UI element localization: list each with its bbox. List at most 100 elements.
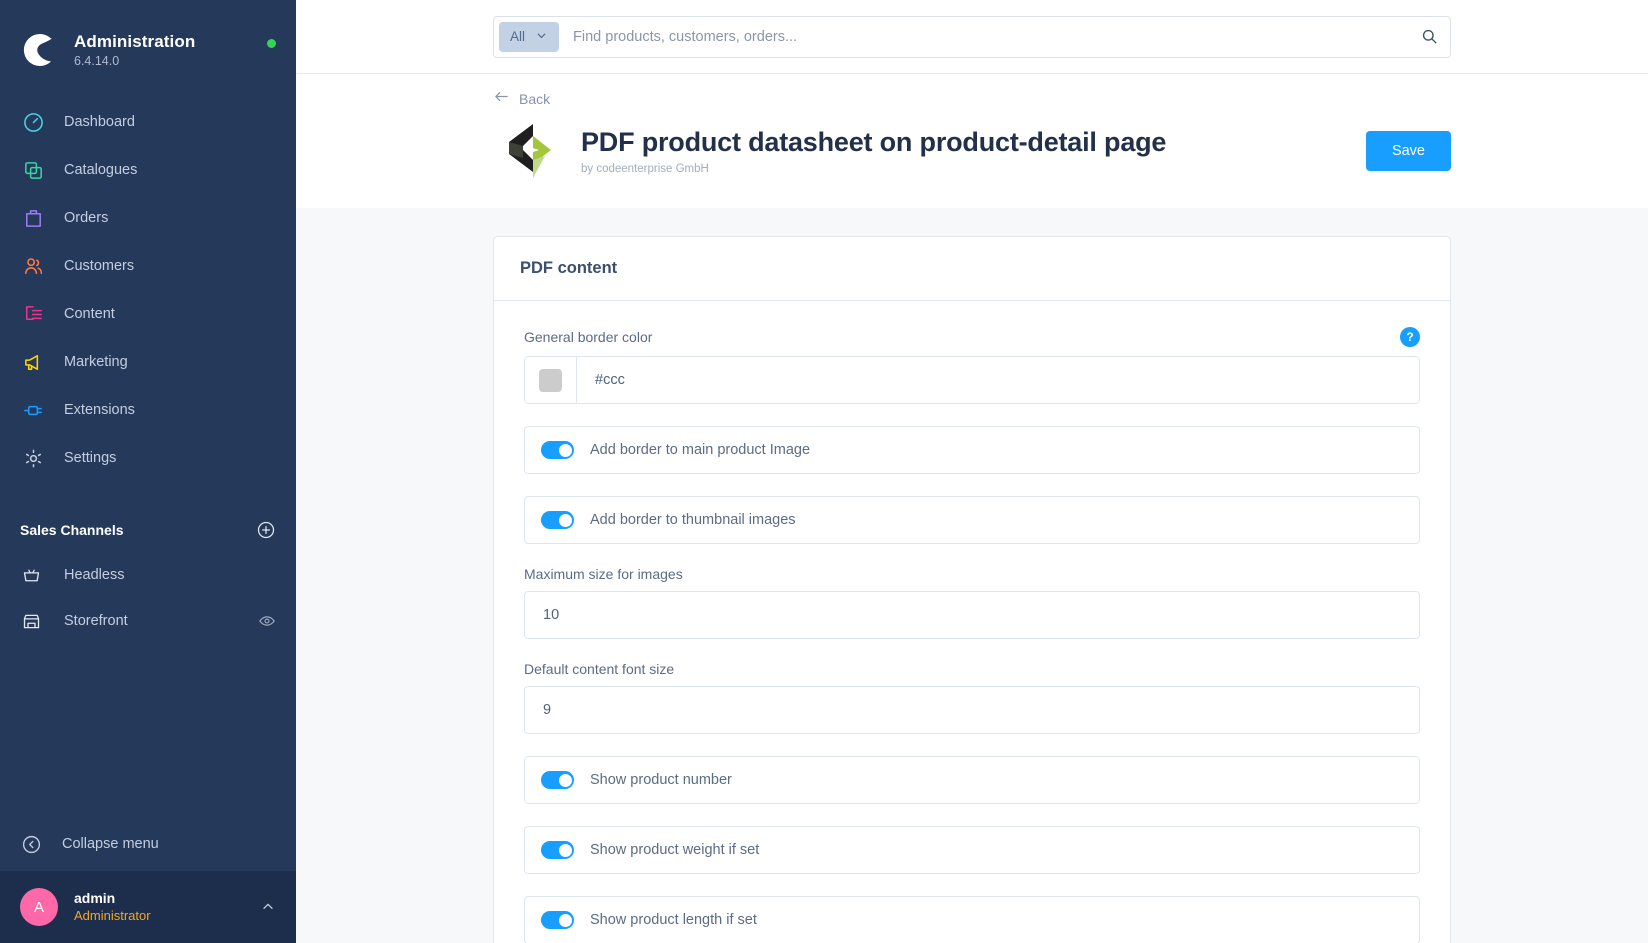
toggle-switch[interactable]	[541, 441, 574, 459]
sidebar-item-content[interactable]: Content	[0, 290, 296, 338]
basket-icon	[20, 564, 42, 586]
extensions-icon	[20, 397, 46, 423]
sidebar-item-customers[interactable]: Customers	[0, 242, 296, 290]
avatar: A	[20, 888, 58, 926]
number-input-group	[524, 686, 1420, 734]
switch-label: Add border to thumbnail images	[590, 512, 796, 528]
switch-label: Show product length if set	[590, 912, 757, 928]
collapse-left-icon	[20, 833, 42, 855]
sidebar-item-label: Extensions	[64, 402, 135, 418]
search-icon[interactable]	[1414, 22, 1444, 52]
search-scope-dropdown[interactable]: All	[499, 21, 560, 52]
global-search: All	[493, 15, 1451, 58]
sidebar-brand-version: 6.4.14.0	[74, 54, 120, 69]
card-title: PDF content	[520, 259, 618, 277]
sidebar-item-label: Orders	[64, 210, 109, 226]
status-indicator-dot	[267, 38, 276, 48]
pdf-content-card: PDF content General border color ? #ccc …	[493, 236, 1451, 943]
sidebar-item-label: Dashboard	[64, 114, 135, 130]
toggle-switch[interactable]	[541, 771, 574, 789]
orders-icon	[20, 205, 46, 231]
toggle-switch[interactable]	[541, 511, 574, 529]
storefront-icon	[20, 610, 42, 632]
font-size-input[interactable]	[525, 687, 1419, 733]
sidebar-item-extensions[interactable]: Extensions	[0, 386, 296, 434]
switch-show-product-number[interactable]: Show product number	[524, 756, 1420, 804]
customers-icon	[20, 253, 46, 279]
sidebar-channel-headless[interactable]: Headless	[0, 552, 296, 598]
help-icon[interactable]: ?	[1400, 327, 1420, 347]
card-header: PDF content	[494, 237, 1450, 301]
main-area: All Find products, customers, orders... …	[296, 0, 1648, 943]
user-role: Administrator	[74, 907, 151, 923]
sidebar-item-catalogues[interactable]: Catalogues	[0, 146, 296, 194]
plus-circle-icon[interactable]	[256, 520, 276, 540]
collapse-menu-label: Collapse menu	[62, 836, 159, 852]
color-value-input[interactable]	[577, 357, 1419, 403]
shopware-logo-icon	[20, 30, 60, 70]
switch-add-border-main-image[interactable]: Add border to main product Image	[524, 426, 1420, 474]
marketing-icon	[20, 349, 46, 375]
sales-channels-title: Sales Channels	[20, 522, 124, 538]
page-byline: by codeenterprise GmbH	[581, 163, 709, 175]
sidebar-item-label: Marketing	[64, 354, 128, 370]
field-label: General border color	[524, 329, 653, 345]
sidebar-item-label: Settings	[64, 450, 117, 466]
color-input-group	[524, 356, 1420, 404]
search-scope-label: All	[510, 29, 526, 44]
toggle-switch[interactable]	[541, 911, 574, 929]
switch-label: Show product number	[590, 772, 732, 788]
user-menu[interactable]: A admin Administrator	[0, 871, 296, 943]
sidebar-channel-label: Headless	[64, 567, 125, 583]
field-default-content-font-size: Default content font size	[524, 661, 1420, 734]
sidebar-brand-title: Administration	[74, 31, 196, 51]
toggle-switch[interactable]	[541, 841, 574, 859]
field-label: Default content font size	[524, 661, 675, 677]
user-name: admin	[74, 890, 116, 907]
sidebar-item-marketing[interactable]: Marketing	[0, 338, 296, 386]
arrow-left-icon	[493, 88, 510, 110]
maximum-size-input[interactable]	[525, 592, 1419, 638]
switch-label: Add border to main product Image	[590, 442, 811, 458]
app-root: Administration 6.4.14.0 Dashboard Catalo…	[0, 0, 1648, 943]
color-swatch	[539, 368, 562, 392]
eye-preview-icon[interactable]	[258, 612, 276, 630]
sidebar-item-label: Content	[64, 306, 115, 322]
page-header: Back PDF product datasheet on product-de…	[296, 74, 1648, 208]
page-title: PDF product datasheet on product-detail …	[581, 127, 1167, 157]
sidebar-item-label: Customers	[64, 258, 135, 274]
field-label: Maximum size for images	[524, 566, 683, 582]
back-button[interactable]: Back	[493, 88, 1451, 110]
back-label: Back	[519, 91, 551, 107]
settings-icon	[20, 445, 46, 471]
sidebar-channel-label: Storefront	[64, 613, 128, 629]
sidebar-item-settings[interactable]: Settings	[0, 434, 296, 482]
content-icon	[20, 301, 46, 327]
sidebar-nav: Dashboard Catalogues Orders Customers Co…	[0, 98, 296, 482]
sidebar-channel-storefront[interactable]: Storefront	[0, 598, 296, 644]
search-input[interactable]	[559, 28, 1414, 45]
topbar: All	[296, 0, 1648, 74]
content-scroll-area[interactable]: PDF content General border color ? #ccc …	[296, 208, 1648, 943]
codeenterprise-logo-icon	[493, 120, 555, 182]
switch-label: Show product weight if set	[590, 842, 760, 858]
chevron-up-icon[interactable]	[260, 899, 276, 915]
sidebar-brand[interactable]: Administration 6.4.14.0	[0, 0, 296, 78]
sidebar-item-orders[interactable]: Orders	[0, 194, 296, 242]
sidebar-item-dashboard[interactable]: Dashboard	[0, 98, 296, 146]
save-button[interactable]: Save	[1365, 131, 1451, 171]
switch-show-product-length[interactable]: Show product length if set	[524, 896, 1420, 943]
sidebar: Administration 6.4.14.0 Dashboard Catalo…	[0, 0, 296, 943]
catalogues-icon	[20, 157, 46, 183]
field-maximum-size-for-images: Maximum size for images	[524, 566, 1420, 639]
color-swatch-button[interactable]	[525, 357, 577, 403]
collapse-menu-button[interactable]: Collapse menu	[0, 817, 296, 871]
sidebar-item-label: Catalogues	[64, 162, 138, 178]
page-title-row: PDF product datasheet on product-detail …	[493, 120, 1451, 182]
card-body: General border color ? Add	[494, 301, 1450, 943]
chevron-down-icon	[535, 29, 548, 45]
dashboard-icon	[20, 109, 46, 135]
switch-show-product-weight[interactable]: Show product weight if set	[524, 826, 1420, 874]
switch-add-border-thumbnails[interactable]: Add border to thumbnail images	[524, 496, 1420, 544]
